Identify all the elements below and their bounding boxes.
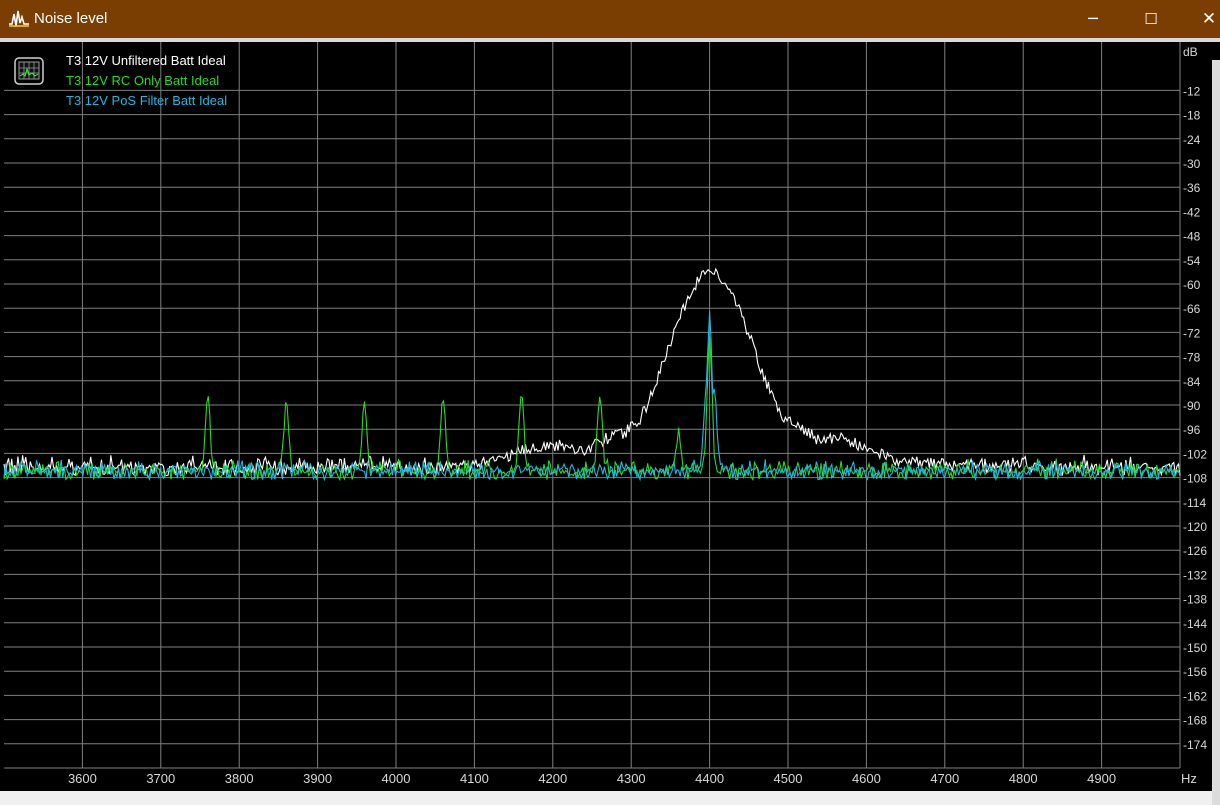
grid-lines [4,42,1181,769]
y-tick-label: -24 [1183,133,1201,147]
y-tick-label: -30 [1183,157,1201,171]
y-tick-label: -48 [1183,230,1201,244]
y-tick-label: -144 [1183,617,1207,631]
y-tick-label: -18 [1183,109,1201,123]
x-tick-label: 4900 [1087,771,1116,786]
y-tick-label: -90 [1183,399,1201,413]
x-tick-label: 4300 [617,771,646,786]
legend-toggle-icon[interactable] [14,57,44,85]
series-lines [3,267,1181,482]
x-tick-label: 4000 [382,771,411,786]
x-tick-label: 4100 [460,771,489,786]
spectrum-plot-area[interactable]: 3600 3700 3800 3900 4000 4100 4200 4300 4400 4500… [0,42,1220,805]
x-tick-label: 3600 [68,771,97,786]
y-unit-label: dB [1183,45,1198,59]
x-unit-label: Hz [1181,771,1197,786]
y-tick-label: -174 [1183,738,1207,752]
x-tick-label: 4400 [695,771,724,786]
x-tick-label: 4600 [852,771,881,786]
legend-item-unfiltered[interactable]: T3 12V Unfiltered Batt Ideal [66,53,226,69]
maximize-button[interactable]: ☐ [1128,0,1174,38]
waveform-app-icon [9,10,29,27]
x-tick-label: 3700 [146,771,175,786]
maximize-icon: ☐ [1144,10,1158,28]
y-tick-label: -54 [1183,254,1201,268]
minimize-button[interactable]: ─ [1070,0,1116,38]
y-tick-label: -78 [1183,351,1201,365]
y-tick-label: -72 [1183,326,1201,340]
close-button[interactable]: ✕ [1186,0,1220,38]
y-tick-label: -162 [1183,689,1207,703]
y-tick-label: -138 [1183,593,1207,607]
y-scrollbar[interactable] [1212,60,1220,805]
close-icon: ✕ [1201,9,1217,29]
y-tick-label: -84 [1183,375,1201,389]
y-tick-label: -156 [1183,665,1207,679]
minimize-icon: ─ [1088,9,1098,28]
y-tick-label: -168 [1183,714,1207,728]
y-tick-label: -132 [1183,568,1207,582]
x-tick-label: 3800 [225,771,254,786]
y-tick-label: -60 [1183,278,1201,292]
y-tick-label: -102 [1183,447,1207,461]
spectrum-plot[interactable]: 3600 3700 3800 3900 4000 4100 4200 4300 4400 4500… [0,42,1220,791]
y-tick-label: -12 [1183,84,1201,98]
x-tick-label: 3900 [303,771,332,786]
y-tick-label: -120 [1183,520,1207,534]
window-titlebar: Noise level ─ ☐ ✕ [0,0,1220,38]
y-tick-label: -114 [1183,496,1206,510]
series-line-0 [3,267,1181,477]
y-tick-label: -150 [1183,641,1207,655]
y-tick-label: -36 [1183,181,1201,195]
y-tick-label: -66 [1183,302,1201,316]
y-tick-label: -108 [1183,472,1207,486]
y-tick-label: -42 [1183,205,1201,219]
x-tick-label: 4800 [1009,771,1038,786]
y-tick-label: -96 [1183,423,1201,437]
x-tick-label: 4500 [774,771,803,786]
legend-item-pos-filter[interactable]: T3 12V PoS Filter Batt Ideal [66,93,227,109]
y-tick-label: -126 [1183,544,1207,558]
x-tick-label: 4700 [930,771,959,786]
series-line-2 [3,311,1181,482]
window-title: Noise level [34,10,108,27]
series-line-1 [3,336,1181,482]
legend-item-rc-only[interactable]: T3 12V RC Only Batt Ideal [66,73,219,89]
x-tick-label: 4200 [538,771,567,786]
